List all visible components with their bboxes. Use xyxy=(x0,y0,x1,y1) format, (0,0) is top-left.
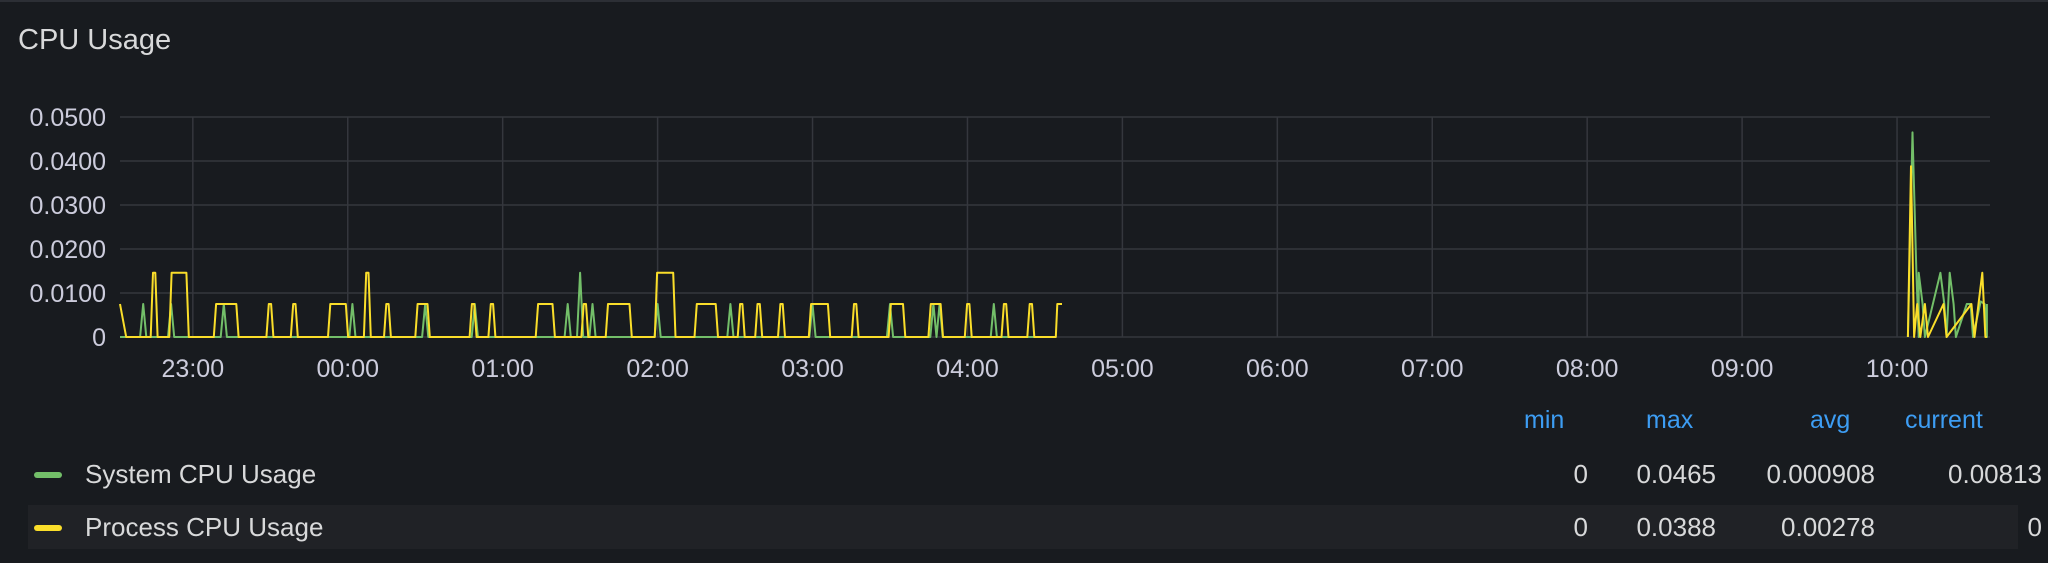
x-tick-label: 02:00 xyxy=(626,355,689,382)
legend-row-process-cpu[interactable]: Process CPU Usage 0 0.0388 0.00278 0 xyxy=(28,505,2042,549)
legend-series-name[interactable]: System CPU Usage xyxy=(85,459,316,490)
x-tick-label: 03:00 xyxy=(781,355,844,382)
legend-avg-value: 0.00278 xyxy=(1781,512,1875,542)
x-axis: 23:00 00:00 01:00 02:00 03:00 04:00 05:00 06:00… xyxy=(162,355,1929,382)
legend-current-value: 0 xyxy=(2027,512,2042,542)
x-tick-label: 01:00 xyxy=(471,355,534,382)
legend-max-value: 0.0465 xyxy=(1636,459,1716,489)
x-tick-label: 23:00 xyxy=(162,355,225,382)
legend-row-system-cpu[interactable]: System CPU Usage 0 0.0465 0.000908 0.008… xyxy=(28,452,2042,496)
x-tick-label: 07:00 xyxy=(1401,355,1464,382)
chart-grid xyxy=(120,116,1990,338)
y-tick-label: 0.0100 xyxy=(30,280,106,308)
y-tick-label: 0.0400 xyxy=(30,148,106,176)
y-tick-label: 0.0300 xyxy=(30,192,106,220)
x-tick-label: 04:00 xyxy=(936,355,999,382)
y-tick-label: 0.0500 xyxy=(30,104,106,132)
legend-header-current[interactable]: current xyxy=(1905,406,1983,435)
y-axis: 0.0500 0.0400 0.0300 0.0200 0.0100 0 xyxy=(30,104,106,352)
legend-min-value: 0 xyxy=(1573,459,1588,489)
y-tick-label: 0.0200 xyxy=(30,236,106,264)
x-tick-label: 06:00 xyxy=(1246,355,1309,382)
legend-avg-value: 0.000908 xyxy=(1766,459,1875,489)
cpu-usage-chart[interactable]: 0.0500 0.0400 0.0300 0.0200 0.0100 0 23:00 00:… xyxy=(0,2,2048,382)
x-tick-label: 10:00 xyxy=(1866,355,1929,382)
chart-series xyxy=(119,131,1988,338)
x-tick-label: 00:00 xyxy=(316,355,379,382)
legend-current-value: 0.00813 xyxy=(1948,459,2042,489)
legend-header-avg[interactable]: avg xyxy=(1810,406,1850,435)
legend-max-value: 0.0388 xyxy=(1636,512,1716,542)
cpu-usage-panel: CPU Usage 0.0500 0.0400 0.0300 0.0200 0.0100… xyxy=(0,0,2048,563)
legend-min-value: 0 xyxy=(1573,512,1588,542)
y-tick-label: 0 xyxy=(92,324,106,352)
legend-swatch xyxy=(34,525,62,531)
x-tick-label: 09:00 xyxy=(1711,355,1774,382)
x-tick-label: 08:00 xyxy=(1556,355,1619,382)
x-tick-label: 05:00 xyxy=(1091,355,1154,382)
system-cpu-line-late xyxy=(1906,131,1988,338)
legend-header-max[interactable]: max xyxy=(1646,406,1693,435)
legend-series-name[interactable]: Process CPU Usage xyxy=(85,512,323,543)
legend-swatch xyxy=(34,472,62,478)
legend-header-min[interactable]: min xyxy=(1524,406,1564,435)
